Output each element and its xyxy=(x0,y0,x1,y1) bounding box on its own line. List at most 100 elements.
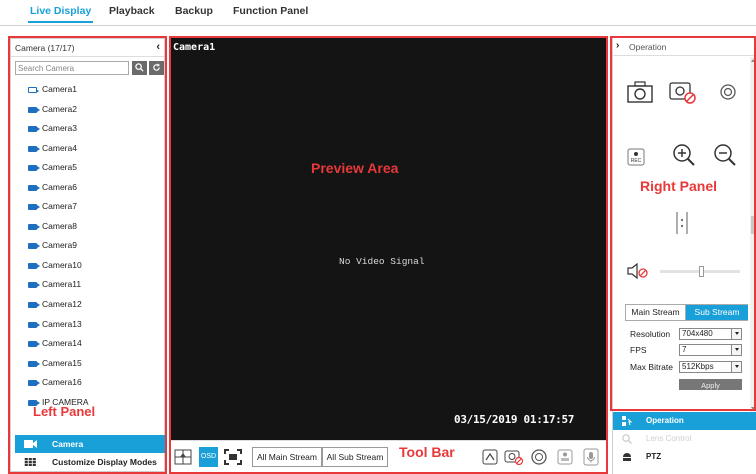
preview-timestamp: 03/15/2019 01:17:57 xyxy=(454,413,575,426)
camera-list-item[interactable]: Camera15 xyxy=(11,354,164,374)
apply-button[interactable]: Apply xyxy=(679,379,742,390)
camera-list-item[interactable]: Camera10 xyxy=(11,256,164,276)
all-sub-stream-button[interactable]: All Sub Stream xyxy=(322,447,388,467)
operation-menu-item[interactable]: Operation xyxy=(613,412,756,430)
search-camera-input[interactable] xyxy=(15,61,129,75)
right-panel: › Operation REC Right Panel Main Stream … xyxy=(612,38,756,474)
ptz-menu-item[interactable]: PTZ xyxy=(613,448,756,466)
camera-list-item[interactable]: Camera13 xyxy=(11,315,164,335)
camera-list-item[interactable]: Camera8 xyxy=(11,217,164,237)
volume-slider-handle[interactable] xyxy=(699,266,704,277)
speaker-mute-icon[interactable] xyxy=(627,263,649,279)
camera-icon xyxy=(28,87,39,93)
playback-icon xyxy=(482,449,498,465)
chevron-down-icon xyxy=(735,332,739,335)
fullscreen-button[interactable] xyxy=(223,447,243,467)
camera-list-label: Camera10 xyxy=(42,259,82,270)
camera-list-label: Camera4 xyxy=(42,142,77,153)
zoom-out-icon[interactable] xyxy=(712,142,736,166)
max-bitrate-select[interactable]: 512Kbps xyxy=(679,361,742,373)
scroll-up-icon[interactable] xyxy=(751,59,755,62)
camera-list-item[interactable]: Camera16 xyxy=(11,373,164,393)
volume-slider[interactable] xyxy=(660,266,740,277)
camera-list-item[interactable]: Camera12 xyxy=(11,295,164,315)
max-bitrate-value: 512Kbps xyxy=(682,362,714,371)
preview-camera-name: Camera1 xyxy=(173,42,216,53)
refresh-button[interactable] xyxy=(149,61,164,75)
camera-list-item[interactable]: Camera9 xyxy=(11,236,164,256)
tab-main-stream[interactable]: Main Stream xyxy=(626,305,686,320)
ptz-menu-label: PTZ xyxy=(646,452,662,461)
screen-layout-icon xyxy=(174,449,192,465)
playback-button[interactable] xyxy=(481,447,499,467)
camera-list-item[interactable]: Camera4 xyxy=(11,139,164,159)
camera-list-label: Camera1 xyxy=(42,84,77,94)
camera-icon xyxy=(28,341,40,348)
tab-function-panel[interactable]: Function Panel xyxy=(233,5,308,17)
tab-sub-stream[interactable]: Sub Stream xyxy=(686,305,748,320)
all-main-stream-button[interactable]: All Main Stream xyxy=(252,447,322,467)
preview-area[interactable]: Camera1 Preview Area No Video Signal 03/… xyxy=(171,38,606,440)
microphone-icon xyxy=(583,448,599,466)
tab-backup[interactable]: Backup xyxy=(175,5,213,17)
camera-count-title: Camera (17/17) xyxy=(15,43,75,53)
customize-display-modes-label: Customize Display Modes xyxy=(52,457,157,467)
zoom-in-icon[interactable] xyxy=(671,142,695,166)
tab-playback[interactable]: Playback xyxy=(109,5,155,17)
camera-list-item[interactable]: Camera1 xyxy=(11,80,164,100)
fullscreen-icon xyxy=(224,449,242,465)
scroll-down-icon[interactable] xyxy=(751,407,755,410)
camera-icon xyxy=(28,204,40,211)
camera-list-item[interactable]: Camera5 xyxy=(11,158,164,178)
screen-layout-button[interactable] xyxy=(173,447,193,467)
image-adjust-icon[interactable] xyxy=(675,211,689,235)
snapshot-icon[interactable] xyxy=(627,81,653,103)
customize-display-modes-button[interactable]: Customize Display Modes xyxy=(15,453,165,471)
camera-list-item[interactable]: Camera14 xyxy=(11,334,164,354)
camera-icon xyxy=(28,262,40,269)
lens-icon xyxy=(622,434,632,444)
chevron-right-icon[interactable]: › xyxy=(616,40,619,51)
fps-label: FPS xyxy=(630,345,647,355)
camera-icon xyxy=(28,184,40,191)
camera-list-item[interactable]: Camera2 xyxy=(11,100,164,120)
camera-icon xyxy=(28,360,40,367)
chevron-down-icon xyxy=(735,365,739,368)
camera-list-label: Camera5 xyxy=(42,162,77,173)
svg-text:REC: REC xyxy=(631,158,642,164)
resolution-select[interactable]: 704x480 xyxy=(679,328,742,340)
camera-list-label: Camera11 xyxy=(42,279,82,290)
camera-list-item[interactable]: Camera3 xyxy=(11,119,164,139)
tab-live-display[interactable]: Live Display xyxy=(27,5,94,23)
camera-icon xyxy=(28,145,40,152)
camera-icon xyxy=(28,223,40,230)
scroll-thumb[interactable] xyxy=(751,216,756,234)
camera-icon xyxy=(28,126,40,133)
lens-control-menu-item[interactable]: Lens Control xyxy=(613,430,756,448)
record-circle-icon xyxy=(531,449,547,465)
camera-list-item[interactable]: Camera11 xyxy=(11,275,164,295)
target-icon[interactable] xyxy=(720,84,736,100)
resolution-value: 704x480 xyxy=(682,329,713,338)
osd-toggle-button[interactable]: OSD xyxy=(199,447,218,467)
search-button[interactable] xyxy=(132,61,147,75)
camera-list-item[interactable]: Camera6 xyxy=(11,178,164,198)
manual-record-off-icon[interactable] xyxy=(668,81,698,105)
snapshot-disabled-button[interactable] xyxy=(504,447,524,467)
right-panel-annotation: Right Panel xyxy=(640,178,718,194)
camera-list-item[interactable]: Camera7 xyxy=(11,197,164,217)
camera-icon xyxy=(28,282,40,289)
camera-list-label: Camera3 xyxy=(42,123,77,134)
right-panel-scrollbar[interactable] xyxy=(750,57,756,412)
camera-icon xyxy=(28,302,40,309)
talk-button[interactable] xyxy=(582,447,600,467)
left-panel: Camera (17/17) ‹ Camera1 Camera2 Camera3 Ca… xyxy=(10,38,165,472)
fps-select[interactable]: 7 xyxy=(679,344,742,356)
camera-list-label: Camera8 xyxy=(42,220,77,231)
ptz-icon xyxy=(623,453,631,461)
rec-icon[interactable]: REC xyxy=(627,148,645,166)
chevron-left-icon[interactable]: ‹ xyxy=(156,41,160,53)
camera-mode-button[interactable]: Camera xyxy=(15,435,165,453)
record-button[interactable] xyxy=(530,447,548,467)
rec-button[interactable] xyxy=(556,447,574,467)
